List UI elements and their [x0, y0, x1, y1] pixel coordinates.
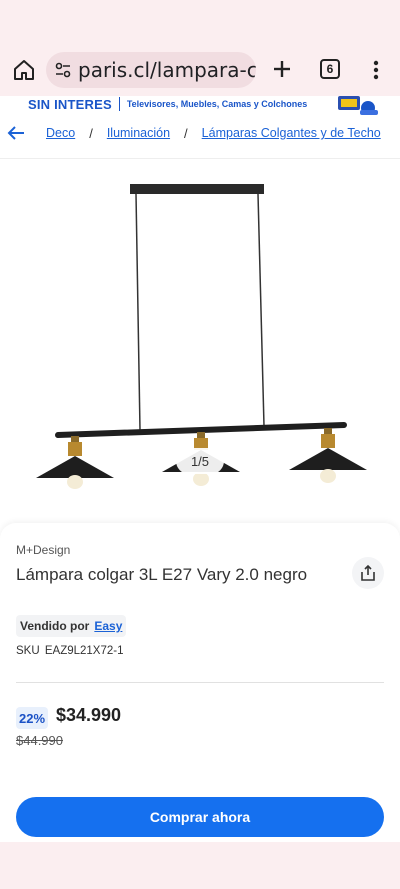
product-info-card: M+Design Lámpara colgar 3L E27 Vary 2.0 … — [0, 523, 400, 842]
url-text[interactable]: paris.cl/lampara-co — [78, 58, 256, 82]
back-arrow-icon[interactable] — [6, 124, 26, 142]
status-bar-area — [0, 0, 400, 44]
promo-subtitle: Televisores, Muebles, Camas y Colchones — [126, 99, 308, 109]
browser-toolbar: paris.cl/lampara-co 6 — [0, 44, 400, 96]
more-menu-icon[interactable] — [366, 58, 386, 82]
promo-divider — [118, 97, 120, 111]
breadcrumb-link-iluminacion[interactable]: Iluminación — [107, 126, 170, 140]
promo-banner[interactable]: SIN INTERES Televisores, Muebles, Camas … — [0, 96, 400, 115]
tab-switcher-button[interactable]: 6 — [320, 59, 340, 79]
seller-badge: Vendido por Easy — [16, 615, 127, 637]
share-button[interactable] — [352, 557, 384, 589]
promo-illustration — [338, 96, 378, 115]
product-page: SIN INTERES Televisores, Muebles, Camas … — [0, 96, 400, 842]
divider — [16, 682, 384, 683]
bottom-browser-area — [0, 842, 400, 889]
image-counter: 1/5 — [176, 448, 224, 474]
home-icon[interactable] — [12, 58, 36, 82]
discount-badge: 22% — [16, 707, 49, 729]
original-price: $44.990 — [16, 733, 63, 748]
buy-now-button[interactable]: Comprar ahora — [16, 797, 384, 837]
breadcrumb-link-deco[interactable]: Deco — [46, 126, 75, 140]
breadcrumb-separator: / — [184, 125, 188, 141]
new-tab-icon[interactable] — [270, 57, 294, 81]
breadcrumb-separator: / — [89, 125, 93, 141]
current-price: $34.990 — [56, 705, 122, 725]
breadcrumb-link-lamparas[interactable]: Lámparas Colgantes y de Techo — [202, 126, 381, 140]
sku-label: SKU — [16, 645, 40, 657]
breadcrumb: Deco / Iluminación / Lámparas Colgantes … — [0, 122, 400, 144]
product-brand[interactable]: M+Design — [16, 543, 70, 557]
seller-label: Vendido por — [20, 619, 90, 633]
sku-value: EAZ9L21X72-1 — [44, 645, 124, 657]
share-icon — [361, 564, 375, 581]
site-settings-icon[interactable] — [54, 61, 72, 79]
divider — [0, 158, 400, 159]
address-bar[interactable]: paris.cl/lampara-co — [46, 52, 256, 88]
promo-title: SIN INTERES — [28, 96, 112, 112]
sku: SKU EAZ9L21X72-1 — [16, 645, 124, 657]
product-image-gallery[interactable]: 1/5 — [0, 170, 400, 500]
seller-link[interactable]: Easy — [94, 619, 122, 633]
product-title: Lámpara colgar 3L E27 Vary 2.0 negro — [16, 565, 308, 584]
